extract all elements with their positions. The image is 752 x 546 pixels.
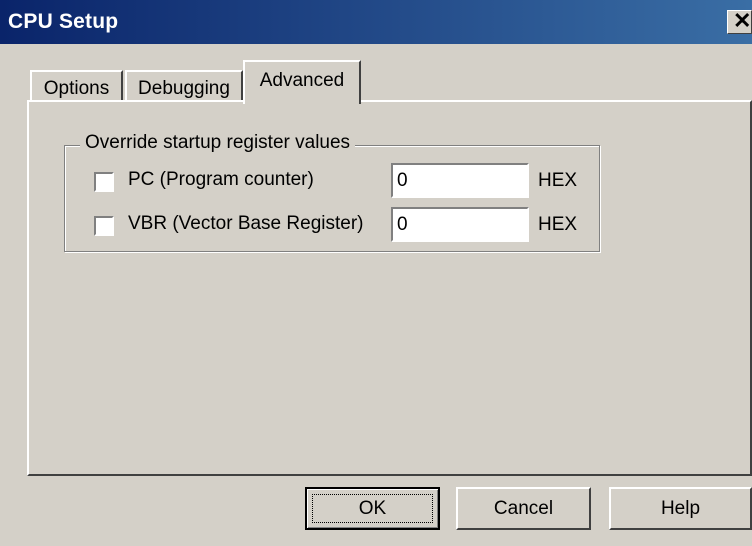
window-title: CPU Setup (8, 10, 119, 33)
close-icon: ✕ (733, 8, 752, 33)
tab-advanced[interactable]: Advanced (243, 60, 361, 104)
vbr-checkbox[interactable] (94, 216, 114, 236)
tab-options[interactable]: Options (30, 70, 123, 101)
cancel-button[interactable]: Cancel (456, 487, 591, 530)
pc-label: PC (Program counter) (128, 169, 314, 190)
close-button[interactable]: ✕ (727, 8, 752, 34)
pc-unit-label: HEX (538, 170, 578, 191)
vbr-unit-label: HEX (538, 214, 578, 235)
group-label: Override startup register values (80, 132, 356, 154)
vbr-label: VBR (Vector Base Register) (128, 213, 364, 234)
tab-debugging[interactable]: Debugging (125, 70, 243, 101)
ok-button[interactable]: OK (305, 487, 440, 530)
pc-value-field[interactable]: 0 (391, 163, 529, 198)
pc-checkbox[interactable] (94, 172, 114, 192)
focus-rectangle (312, 494, 433, 523)
help-button[interactable]: Help (609, 487, 752, 530)
vbr-value-field[interactable]: 0 (391, 207, 529, 242)
